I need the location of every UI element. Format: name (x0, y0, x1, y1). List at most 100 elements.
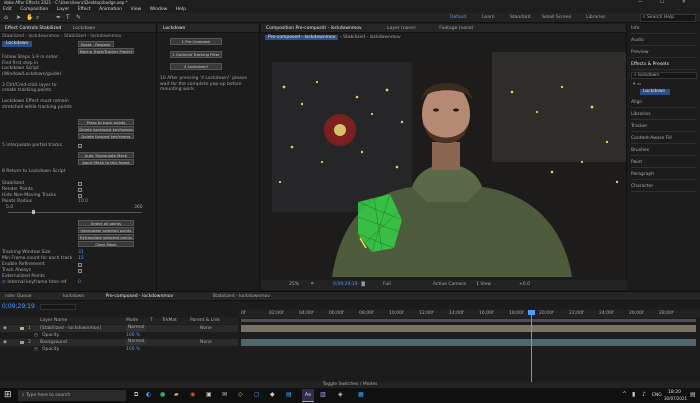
layer-mode-select[interactable]: Normal (126, 339, 147, 345)
toggle-switches-modes[interactable]: Toggle Switches / Modes (323, 382, 378, 387)
effects-tree-lockdown[interactable]: Lockdown (640, 89, 670, 95)
render-points-checkbox[interactable] (78, 188, 82, 192)
crumb-precomposed[interactable]: Pre-composed - lockdownmov (265, 35, 339, 40)
pre-compose-button[interactable]: 1 Pre-Compose (170, 38, 222, 45)
panel-character[interactable]: Character (631, 182, 697, 192)
taskbar-search[interactable]: ⌕ Type here to search (18, 390, 126, 401)
panel-paragraph[interactable]: Paragraph (631, 170, 697, 180)
tab-lockdown-left[interactable]: Lockdown (68, 24, 100, 32)
active-camera-select[interactable]: Active Camera (433, 280, 466, 290)
layer-parent-select[interactable]: None (200, 339, 212, 346)
menu-composition[interactable]: Composition (20, 7, 48, 12)
effects-search-input[interactable]: ⌕ lockdown (631, 72, 697, 79)
panel-align[interactable]: Align (631, 98, 697, 108)
menu-view[interactable]: View (130, 7, 141, 12)
brush-tool-icon[interactable]: ✎ (76, 14, 81, 21)
panel-preview[interactable]: Preview (631, 48, 697, 58)
lockdown-button[interactable]: 4 Lockdown! (170, 63, 222, 70)
stopwatch-icon[interactable]: ◷ (34, 346, 38, 353)
timeline-current-time[interactable]: 0;09;29;19 (2, 303, 35, 311)
layer-parent-select[interactable]: None (200, 325, 212, 332)
work-area-bar[interactable] (241, 319, 696, 322)
explorer-icon[interactable]: ▰ (174, 391, 179, 398)
clear-mesh-button[interactable]: Clear Mesh (78, 241, 134, 247)
menu-window[interactable]: Window (150, 7, 168, 12)
slider-handle[interactable] (32, 210, 35, 214)
extrapolate-selected-button[interactable]: Extrapolate selected points (78, 234, 134, 240)
clock-time[interactable]: 18:20 (668, 390, 681, 395)
crumb-stabilized[interactable]: Stabilized - lockdownmov (343, 35, 400, 40)
mail-icon[interactable]: ✉ (222, 391, 227, 398)
layer-mode-select[interactable]: Normal (126, 325, 147, 331)
edge-icon[interactable]: ◐ (146, 391, 151, 398)
chrome-icon[interactable]: ◉ (190, 391, 195, 398)
track-bar-layer-1[interactable] (241, 325, 696, 332)
workspace-default[interactable]: Default (450, 13, 466, 23)
zoom-level[interactable]: 25% (289, 280, 299, 290)
photoshop-icon[interactable]: ▤ (286, 391, 292, 398)
text-tool-icon[interactable]: T (66, 14, 70, 21)
delete-backward-button[interactable]: Delete backward keyframes (78, 126, 134, 132)
timeline-search-input[interactable] (40, 304, 76, 310)
tab-lockdown-comp[interactable]: lockdown (58, 292, 89, 300)
app-icon[interactable]: ◇ (238, 391, 243, 398)
stabilized-checkbox[interactable] (78, 182, 82, 186)
search-help-field[interactable]: ⌕ Search Help (640, 14, 696, 22)
comp-frame[interactable] (262, 52, 626, 277)
tray-chevron-icon[interactable]: ^ (622, 391, 627, 398)
exposure-value[interactable]: +0.0 (519, 280, 530, 290)
reset-link[interactable]: Reset · Register (78, 41, 114, 47)
refinement-checkbox[interactable] (78, 263, 82, 267)
windows-start-icon[interactable]: ⊞ (4, 390, 12, 401)
interpolate-selected-button[interactable]: Interpolate selected points (78, 227, 134, 233)
apply-mesh-button[interactable]: Apply Mesh to this frame (78, 159, 134, 165)
opacity-value[interactable]: 100 % (126, 332, 140, 339)
spotify-icon[interactable]: ● (160, 391, 165, 398)
tab-render-queue[interactable]: nder Queue (0, 292, 37, 300)
panel-content-aware-fill[interactable]: Content-Aware Fill (631, 134, 697, 144)
tab-layer[interactable]: Layer (none) (382, 24, 421, 32)
store-icon[interactable]: ▣ (206, 391, 212, 398)
language-indicator[interactable]: ENG (652, 388, 662, 403)
tab-composition[interactable]: Composition Pre-compositi - lockdownmov (261, 24, 367, 32)
panel-brushes[interactable]: Brushes (631, 146, 697, 156)
hand-tool-icon[interactable]: ✋ (26, 14, 33, 21)
task-view-icon[interactable]: ⧉ (134, 391, 138, 399)
param-min-frame-value[interactable]: 15 (78, 256, 84, 262)
app-icon[interactable]: ◆ (270, 391, 275, 398)
app-icon[interactable]: ◈ (338, 391, 343, 398)
network-icon[interactable]: ▮ (632, 391, 635, 398)
premiere-icon[interactable]: ▥ (320, 391, 326, 398)
track-bar-layer-2[interactable] (241, 339, 696, 346)
visibility-icon[interactable]: ◉ (3, 339, 7, 346)
menu-edit[interactable]: Edit (3, 7, 12, 12)
menu-help[interactable]: Help (176, 7, 186, 12)
select-all-button[interactable]: Select all points (78, 220, 134, 226)
layer-row[interactable]: ◉ 1 [Stabilized - lockdownmov] Normal No… (0, 325, 238, 332)
tab-stabilized-comp[interactable]: Stabilized - lockdownmov (208, 292, 275, 300)
volume-icon[interactable]: ♪ (642, 391, 646, 398)
tab-lockdown-script[interactable]: Lockdown (158, 24, 190, 32)
tab-precomposed-comp[interactable]: Pre-composed - lockdownmov (101, 292, 178, 300)
tracking-filter-button[interactable]: 2 Outlined Tracking Filter (170, 51, 222, 58)
hide-tracks-checkbox[interactable] (78, 194, 82, 198)
workspace-standard[interactable]: Standard (510, 13, 530, 23)
interpolate-tracks-checkbox[interactable] (78, 144, 82, 148)
viewer-time[interactable]: 0;09;29;19 (333, 280, 358, 290)
opacity-value[interactable]: 100 % (126, 346, 140, 353)
layer-row[interactable]: ◉ 2 Background Normal None (0, 339, 238, 346)
layer-name[interactable]: [Stabilized - lockdownmov] (40, 325, 101, 332)
tab-footage[interactable]: Footage (none) (434, 24, 478, 32)
view-select[interactable]: 1 View (476, 280, 491, 290)
panel-info[interactable]: Info (631, 24, 697, 34)
lightroom-icon[interactable]: ▢ (254, 391, 260, 398)
notifications-icon[interactable]: ▤ (690, 391, 696, 398)
panel-effects-presets[interactable]: Effects & Presets (631, 60, 697, 70)
track-points-button[interactable]: Press to track points (78, 119, 134, 125)
layer-name[interactable]: Background (40, 339, 67, 346)
photoshop-icon[interactable]: ▦ (358, 391, 364, 398)
points-radius-value[interactable]: 10.0 (78, 199, 88, 205)
panel-libraries[interactable]: Libraries (631, 110, 697, 120)
playhead-handle[interactable] (528, 310, 535, 315)
snapshot-icon[interactable]: ⌗ (311, 280, 314, 290)
